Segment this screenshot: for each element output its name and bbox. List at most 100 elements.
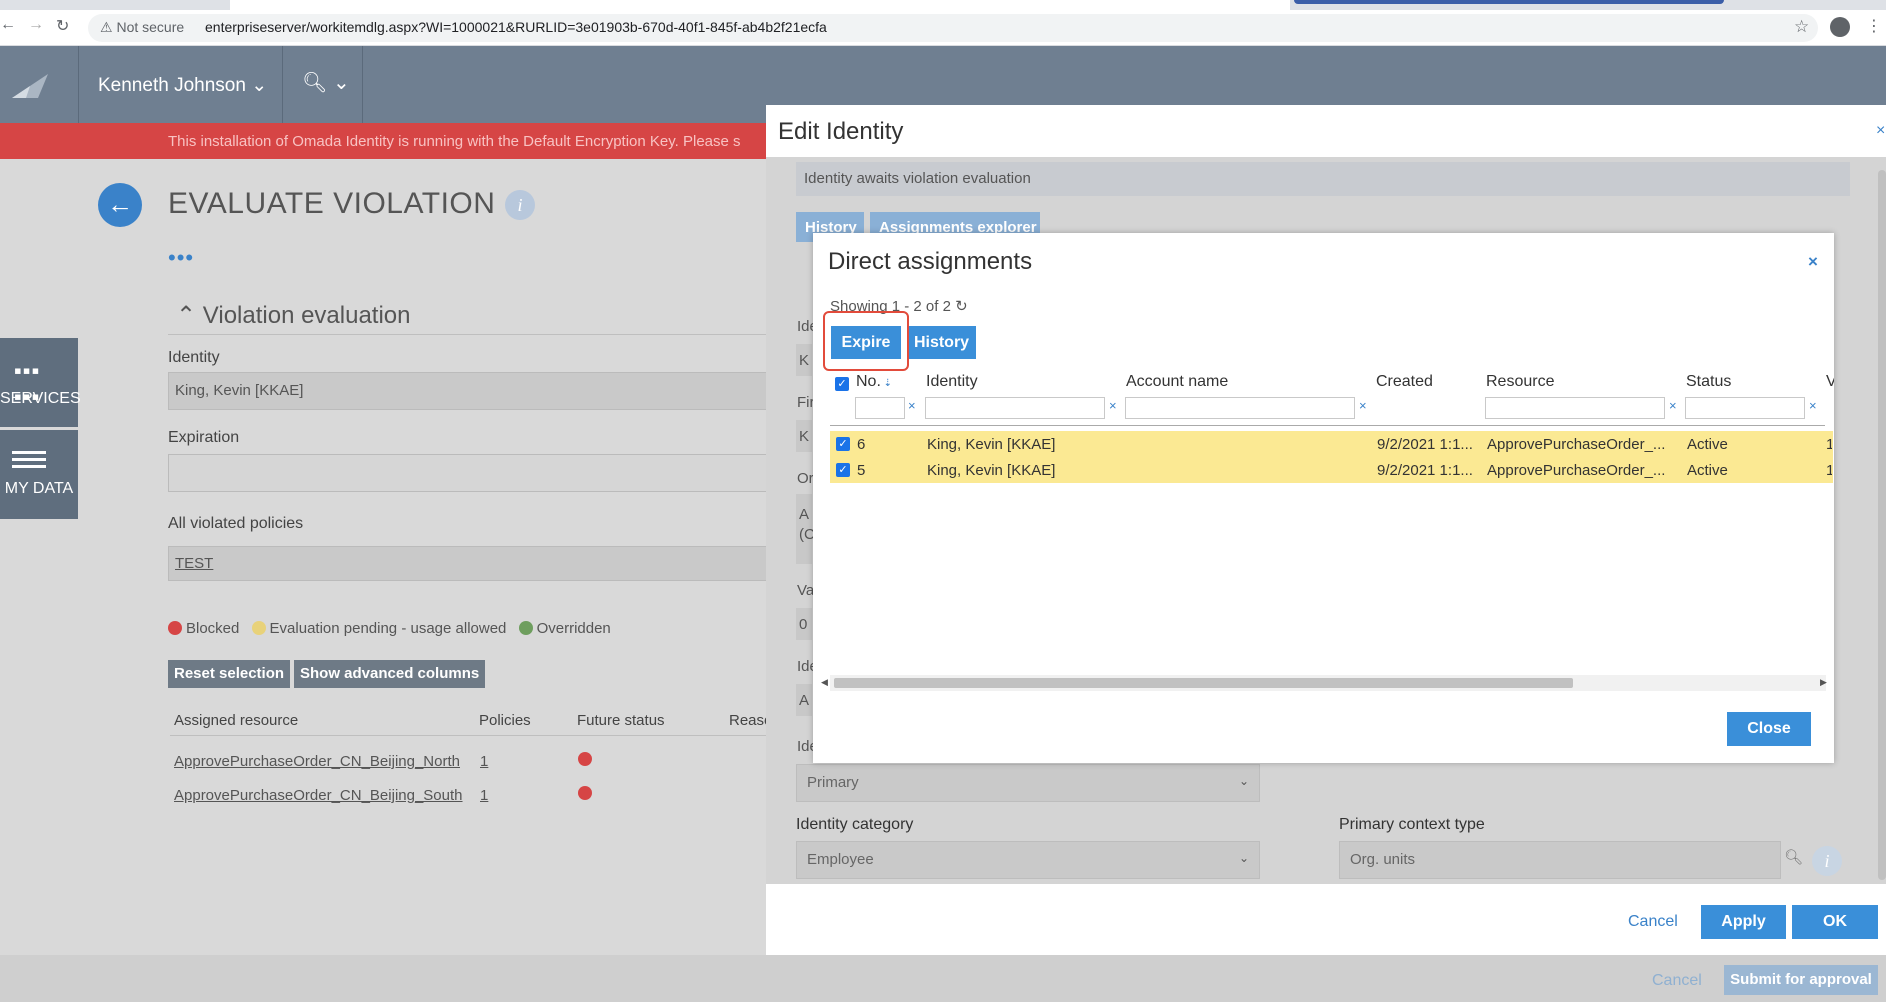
col-valid[interactable]: V — [1826, 373, 1834, 391]
reset-selection-button[interactable]: Reset selection — [168, 660, 291, 688]
more-actions-button[interactable]: ••• — [168, 245, 194, 271]
col-created[interactable]: Created — [1376, 373, 1433, 391]
edit-identity-header — [766, 105, 1886, 157]
blocked-status-icon — [578, 786, 592, 800]
ok-button[interactable]: OK — [1792, 905, 1878, 939]
field-fragment[interactable]: K — [796, 420, 812, 452]
show-advanced-columns-button[interactable]: Show advanced columns — [294, 660, 486, 688]
row-checkbox[interactable]: ✓ — [836, 463, 850, 477]
filter-no-input[interactable] — [855, 397, 905, 419]
back-button[interactable]: ← — [98, 183, 142, 227]
resource-link[interactable]: ApprovePurchaseOrder_CN_Beijing_North — [174, 753, 460, 770]
expiration-field[interactable] — [168, 454, 770, 492]
page-title: EVALUATE VIOLATION — [168, 187, 496, 220]
direct-assignments-close-icon[interactable]: × — [1808, 252, 1818, 272]
col-reason[interactable]: Reaso — [729, 712, 769, 729]
edit-identity-title: Edit Identity — [778, 118, 904, 145]
field-fragment[interactable]: 0 — [796, 608, 812, 640]
user-menu[interactable]: Kenneth Johnson ⌄ — [98, 74, 267, 97]
field-fragment[interactable]: A (C — [796, 494, 815, 564]
resource-link[interactable]: ApprovePurchaseOrder_CN_Beijing_South — [174, 787, 463, 804]
history-button[interactable]: History — [907, 326, 976, 359]
profile-avatar-icon[interactable] — [1830, 17, 1850, 37]
col-status[interactable]: Status — [1686, 373, 1731, 391]
expiration-label: Expiration — [168, 429, 240, 446]
col-policies[interactable]: Policies — [479, 712, 531, 729]
clear-filter-icon[interactable]: × — [1669, 398, 1677, 413]
col-assigned-resource[interactable]: Assigned resource — [174, 712, 298, 729]
security-indicator[interactable]: ⚠ Not secure — [100, 19, 184, 36]
col-resource[interactable]: Resource — [1486, 373, 1554, 391]
submit-for-approval-button[interactable]: Submit for approval — [1724, 965, 1878, 995]
row-checkbox[interactable]: ✓ — [836, 437, 850, 451]
search-menu[interactable]: 🔍︎ ⌄ — [302, 70, 350, 95]
identity-category-label: Identity category — [796, 816, 914, 833]
policies-link[interactable]: 1 — [480, 753, 488, 770]
expire-highlight-annotation — [823, 311, 909, 371]
filter-resource-input[interactable] — [1485, 397, 1665, 419]
back-arrow-icon[interactable]: ← — [0, 16, 16, 34]
page-cancel-link[interactable]: Cancel — [1652, 972, 1702, 990]
scroll-right-arrow-icon[interactable]: ▶ — [1820, 677, 1827, 688]
header-divider — [78, 46, 79, 123]
table-row[interactable]: ✓ 5 King, Kevin [KKAE] 9/2/2021 1:1... A… — [830, 457, 1833, 483]
primary-context-type-label: Primary context type — [1339, 816, 1485, 833]
clear-filter-icon[interactable]: × — [1109, 398, 1117, 413]
field-fragment[interactable]: A — [796, 684, 812, 716]
refresh-icon[interactable]: ↻ — [955, 298, 968, 315]
identity-field[interactable]: King, Kevin [KKAE] — [168, 372, 770, 410]
clear-filter-icon[interactable]: × — [908, 398, 916, 413]
clear-filter-icon[interactable]: × — [1359, 398, 1367, 413]
info-icon[interactable]: i — [505, 190, 535, 220]
blocked-dot-icon — [168, 621, 182, 635]
reload-icon[interactable]: ↻ — [56, 16, 69, 36]
field-label-fragment: Va — [797, 582, 815, 599]
col-no[interactable]: No. ⇣ — [856, 373, 892, 391]
clear-filter-icon[interactable]: × — [1809, 398, 1817, 413]
dialog-scrollbar[interactable] — [1878, 170, 1886, 880]
cell-created: 9/2/2021 1:1... — [1377, 462, 1473, 479]
scroll-left-arrow-icon[interactable]: ◀ — [821, 677, 828, 688]
filter-account-input[interactable] — [1125, 397, 1355, 419]
cell-identity: King, Kevin [KKAE] — [927, 436, 1056, 453]
direct-assignments-title: Direct assignments — [828, 248, 1033, 275]
sort-icon: ⇣ — [880, 378, 893, 389]
bookmark-star-icon[interactable]: ☆ — [1794, 17, 1809, 37]
col-future-status[interactable]: Future status — [577, 712, 665, 729]
edit-cancel-link[interactable]: Cancel — [1628, 913, 1678, 931]
edit-identity-close-icon[interactable]: × — [1876, 122, 1885, 140]
identity-category-select[interactable]: Employee ⌄ — [796, 841, 1260, 879]
forward-arrow-icon[interactable]: → — [28, 16, 44, 34]
sidenav-mydata[interactable] — [0, 430, 78, 519]
warning-triangle-icon: ⚠ — [100, 19, 113, 35]
select-all-checkbox[interactable]: ✓ — [835, 377, 849, 391]
section-toggle[interactable]: ⌃ Violation evaluation — [176, 301, 411, 330]
primary-context-type-field[interactable]: Org. units — [1339, 841, 1781, 879]
cell-no: 6 — [857, 436, 866, 453]
omada-logo-icon[interactable] — [8, 68, 52, 102]
chevron-up-icon: ⌃ — [176, 302, 197, 329]
policies-link[interactable]: 1 — [480, 787, 488, 804]
field-fragment[interactable]: K — [796, 344, 812, 376]
col-account-name[interactable]: Account name — [1126, 373, 1228, 391]
encryption-warning-text: This installation of Omada Identity is r… — [168, 133, 741, 150]
identity-label: Identity — [168, 349, 220, 366]
url-text[interactable]: enterpriseserver/workitemdlg.aspx?WI=100… — [205, 19, 827, 35]
search-icon[interactable]: 🔍︎ — [1784, 848, 1803, 866]
scrollbar-thumb[interactable] — [834, 678, 1573, 688]
filter-identity-input[interactable] — [925, 397, 1105, 419]
apply-button[interactable]: Apply — [1701, 905, 1786, 939]
filter-status-input[interactable] — [1685, 397, 1805, 419]
browser-tab-active[interactable] — [1294, 0, 1724, 4]
search-icon: 🔍︎ — [302, 72, 328, 94]
table-row[interactable]: ✓ 6 King, Kevin [KKAE] 9/2/2021 1:1... A… — [830, 431, 1833, 457]
field-label-fragment: Or — [797, 470, 814, 487]
violated-policies-field[interactable]: TEST — [168, 546, 770, 581]
info-icon[interactable]: i — [1812, 846, 1842, 876]
chevron-down-icon: ⌄ — [327, 72, 350, 94]
browser-tab-inactive[interactable] — [230, 0, 1290, 10]
browser-menu-icon[interactable]: ⋮ — [1866, 16, 1882, 36]
close-button[interactable]: Close — [1727, 712, 1811, 746]
col-identity[interactable]: Identity — [926, 373, 978, 391]
identity-type-select[interactable]: Primary ⌄ — [796, 764, 1260, 802]
